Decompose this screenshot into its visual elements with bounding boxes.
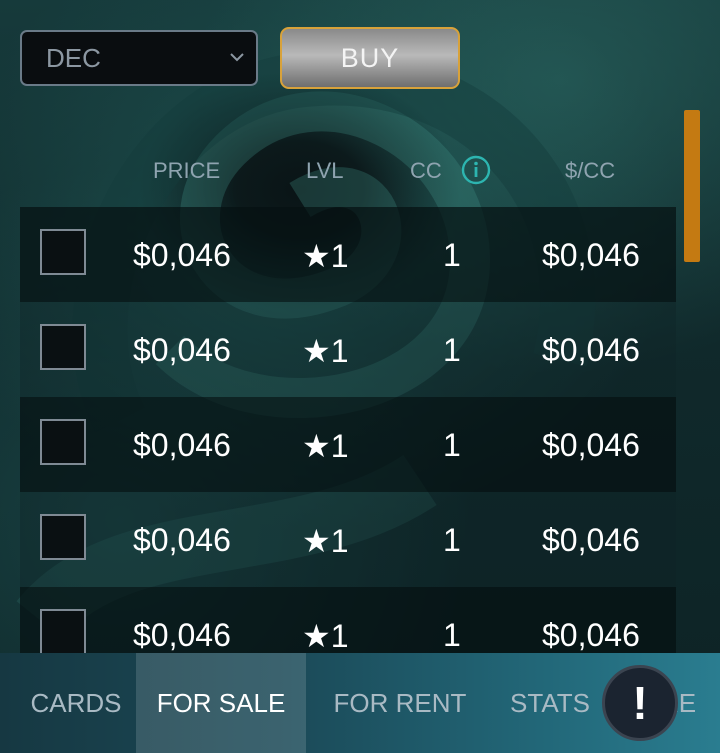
per-cc-cell: $0,046 [542,522,640,558]
price-cell: $0,046 [133,522,231,558]
select-checkbox[interactable] [40,229,86,275]
cc-cell: 1 [443,617,461,653]
level-value: 1 [330,238,349,274]
tab-for-sale[interactable]: FOR SALE [136,653,306,753]
per-cc-cell: $0,046 [542,617,640,653]
chevron-down-icon [230,53,244,62]
price-cell: $0,046 [133,427,231,463]
month-select-value: DEC [46,42,101,73]
tab-cards[interactable]: CARDS [20,653,132,753]
column-lvl: LVL [306,158,344,183]
level-value: 1 [330,523,349,559]
level-value: 1 [330,618,349,654]
cc-cell: 1 [443,332,461,368]
per-cc-cell: $0,046 [542,332,640,368]
price-cell: $0,046 [133,332,231,368]
level-value: 1 [330,428,349,464]
star-icon: ★ [302,618,331,654]
level-cell: ★1 [302,427,348,465]
select-checkbox[interactable] [40,324,86,370]
tab-for-rent[interactable]: FOR RENT [325,653,475,753]
cc-cell: 1 [443,427,461,463]
level-cell: ★1 [302,237,348,275]
table-header: PRICE LVL CC $/CC [0,150,720,190]
select-checkbox[interactable] [40,514,86,560]
select-checkbox[interactable] [40,419,86,465]
column-price: PRICE [153,158,221,183]
select-checkbox[interactable] [40,609,86,655]
table-row[interactable]: $0,046 ★1 1 $0,046 [20,492,676,587]
month-select[interactable]: DEC [20,30,258,86]
level-value: 1 [330,333,349,369]
star-icon: ★ [302,238,331,274]
per-cc-cell: $0,046 [542,427,640,463]
column-per-cc: $/CC [565,158,616,183]
price-cell: $0,046 [133,617,231,653]
info-icon[interactable] [460,154,492,186]
buy-button[interactable]: BUY [280,27,460,89]
column-cc: CC [410,158,442,183]
table-row[interactable]: $0,046 ★1 1 $0,046 [20,302,676,397]
tab-stats[interactable]: STATS [498,653,602,753]
table-row[interactable]: $0,046 ★1 1 $0,046 [20,207,676,302]
level-cell: ★1 [302,617,348,655]
star-icon: ★ [302,523,331,559]
star-icon: ★ [302,428,331,464]
level-cell: ★1 [302,332,348,370]
table-row[interactable]: $0,046 ★1 1 $0,046 [20,397,676,492]
per-cc-cell: $0,046 [542,237,640,273]
cc-cell: 1 [443,522,461,558]
cc-cell: 1 [443,237,461,273]
level-cell: ★1 [302,522,348,560]
star-icon: ★ [302,333,331,369]
price-cell: $0,046 [133,237,231,273]
alert-button[interactable]: ! [602,665,678,741]
exclamation-icon: ! [632,677,648,729]
